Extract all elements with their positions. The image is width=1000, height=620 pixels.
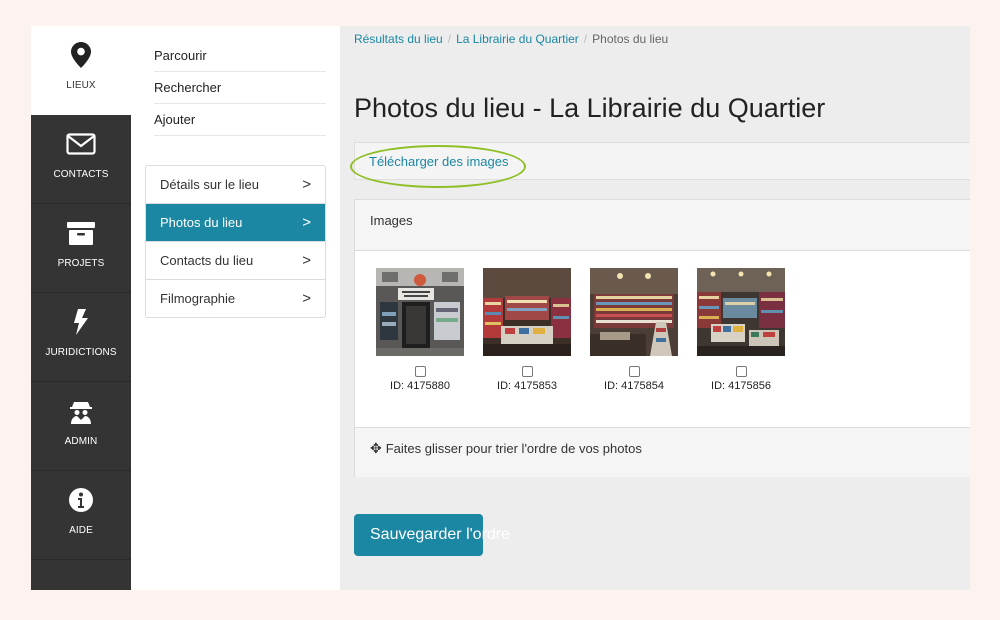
rail-label: ADMIN (64, 436, 98, 447)
image-select-checkbox[interactable] (735, 366, 747, 377)
breadcrumb-link-results[interactable]: Résultats du lieu (354, 32, 443, 46)
envelope-icon (31, 131, 131, 157)
main-rail: LIEUX CONTACTS PROJETS JURIDICTIONS ADMI… (31, 26, 131, 590)
chevron-right-icon: > (302, 214, 311, 231)
main-content: Résultats du lieu / La Librairie du Quarti… (340, 26, 970, 590)
drag-hint: ✥ Faites glisser pour trier l'ordre de vo… (370, 440, 642, 457)
menu-item-details[interactable]: Détails sur le lieu > (146, 166, 325, 204)
lightning-bolt-icon (31, 309, 131, 335)
image-item[interactable]: ID: 4175880 (376, 268, 464, 392)
image-id-label: ID: 4175854 (604, 380, 664, 392)
breadcrumb-separator: / (583, 32, 588, 46)
images-panel: Images ID: 4175880 ID: 4175853 ID: 41758… (354, 199, 970, 477)
panel-title: Images (370, 213, 413, 228)
rail-item-admin[interactable]: ADMIN (31, 382, 131, 471)
bookstore-interior-photo[interactable] (483, 268, 571, 356)
nav-link-ajouter[interactable]: Ajouter (154, 104, 326, 136)
breadcrumb: Résultats du lieu / La Librairie du Quarti… (354, 32, 668, 46)
breadcrumb-current: Photos du lieu (592, 32, 669, 46)
app-window: LIEUX CONTACTS PROJETS JURIDICTIONS ADMI… (31, 26, 970, 590)
rail-item-lieux[interactable]: LIEUX (31, 26, 131, 115)
menu-item-label: Détails sur le lieu (160, 177, 259, 192)
breadcrumb-link-lieu[interactable]: La Librairie du Quartier (456, 32, 579, 46)
bookstore-tables-photo[interactable] (697, 268, 785, 356)
image-item[interactable]: ID: 4175853 (483, 268, 571, 392)
breadcrumb-separator: / (447, 32, 452, 46)
menu-item-photos[interactable]: Photos du lieu > (146, 204, 325, 242)
upload-images-link[interactable]: Télécharger des images (369, 154, 508, 169)
image-select-checkbox[interactable] (414, 366, 426, 377)
nav-link-rechercher[interactable]: Rechercher (154, 72, 326, 104)
upload-bar: Télécharger des images (354, 142, 970, 180)
page-title: Photos du lieu - La Librairie du Quartie… (354, 93, 826, 123)
bookstore-shelves-photo[interactable] (590, 268, 678, 356)
image-id-label: ID: 4175856 (711, 380, 771, 392)
lieu-menu: Détails sur le lieu > Photos du lieu > C… (145, 165, 326, 318)
rail-item-contacts[interactable]: CONTACTS (31, 115, 131, 204)
rail-label: AIDE (69, 525, 93, 536)
menu-item-contacts[interactable]: Contacts du lieu > (146, 242, 325, 280)
archive-box-icon (31, 220, 131, 246)
image-select-checkbox[interactable] (628, 366, 640, 377)
image-item[interactable]: ID: 4175856 (697, 268, 785, 392)
chevron-right-icon: > (302, 290, 311, 307)
drag-hint-text: Faites glisser pour trier l'ordre de vos… (385, 441, 642, 456)
rail-label: PROJETS (57, 258, 105, 269)
spy-user-icon (31, 398, 131, 424)
image-item[interactable]: ID: 4175854 (590, 268, 678, 392)
chevron-right-icon: > (302, 252, 311, 269)
image-select-checkbox[interactable] (521, 366, 533, 377)
info-circle-icon (31, 487, 131, 513)
image-id-label: ID: 4175880 (390, 380, 450, 392)
menu-item-label: Photos du lieu (160, 215, 243, 230)
image-id-label: ID: 4175853 (497, 380, 557, 392)
panel-header: Images (355, 200, 970, 251)
rail-label: CONTACTS (53, 169, 109, 180)
menu-item-filmographie[interactable]: Filmographie > (146, 280, 325, 317)
rail-label: LIEUX (66, 80, 96, 91)
menu-item-label: Contacts du lieu (160, 253, 254, 268)
rail-item-aide[interactable]: AIDE (31, 471, 131, 560)
save-order-button[interactable]: Sauvegarder l'ordre (354, 514, 510, 556)
menu-item-label: Filmographie (160, 291, 236, 306)
rail-item-projets[interactable]: PROJETS (31, 204, 131, 293)
rail-label: JURIDICTIONS (45, 347, 117, 358)
rail-item-juridictions[interactable]: JURIDICTIONS (31, 293, 131, 382)
sub-navigation: Parcourir Rechercher Ajouter Détails sur… (131, 26, 340, 590)
move-arrows-icon: ✥ (370, 440, 382, 456)
panel-footer: ✥ Faites glisser pour trier l'ordre de vo… (355, 427, 970, 477)
chevron-right-icon: > (302, 176, 311, 193)
nav-link-parcourir[interactable]: Parcourir (154, 40, 326, 72)
map-pin-icon (31, 42, 131, 68)
storefront-photo[interactable] (376, 268, 464, 356)
save-order-label: Sauvegarder l'ordre (370, 526, 511, 543)
